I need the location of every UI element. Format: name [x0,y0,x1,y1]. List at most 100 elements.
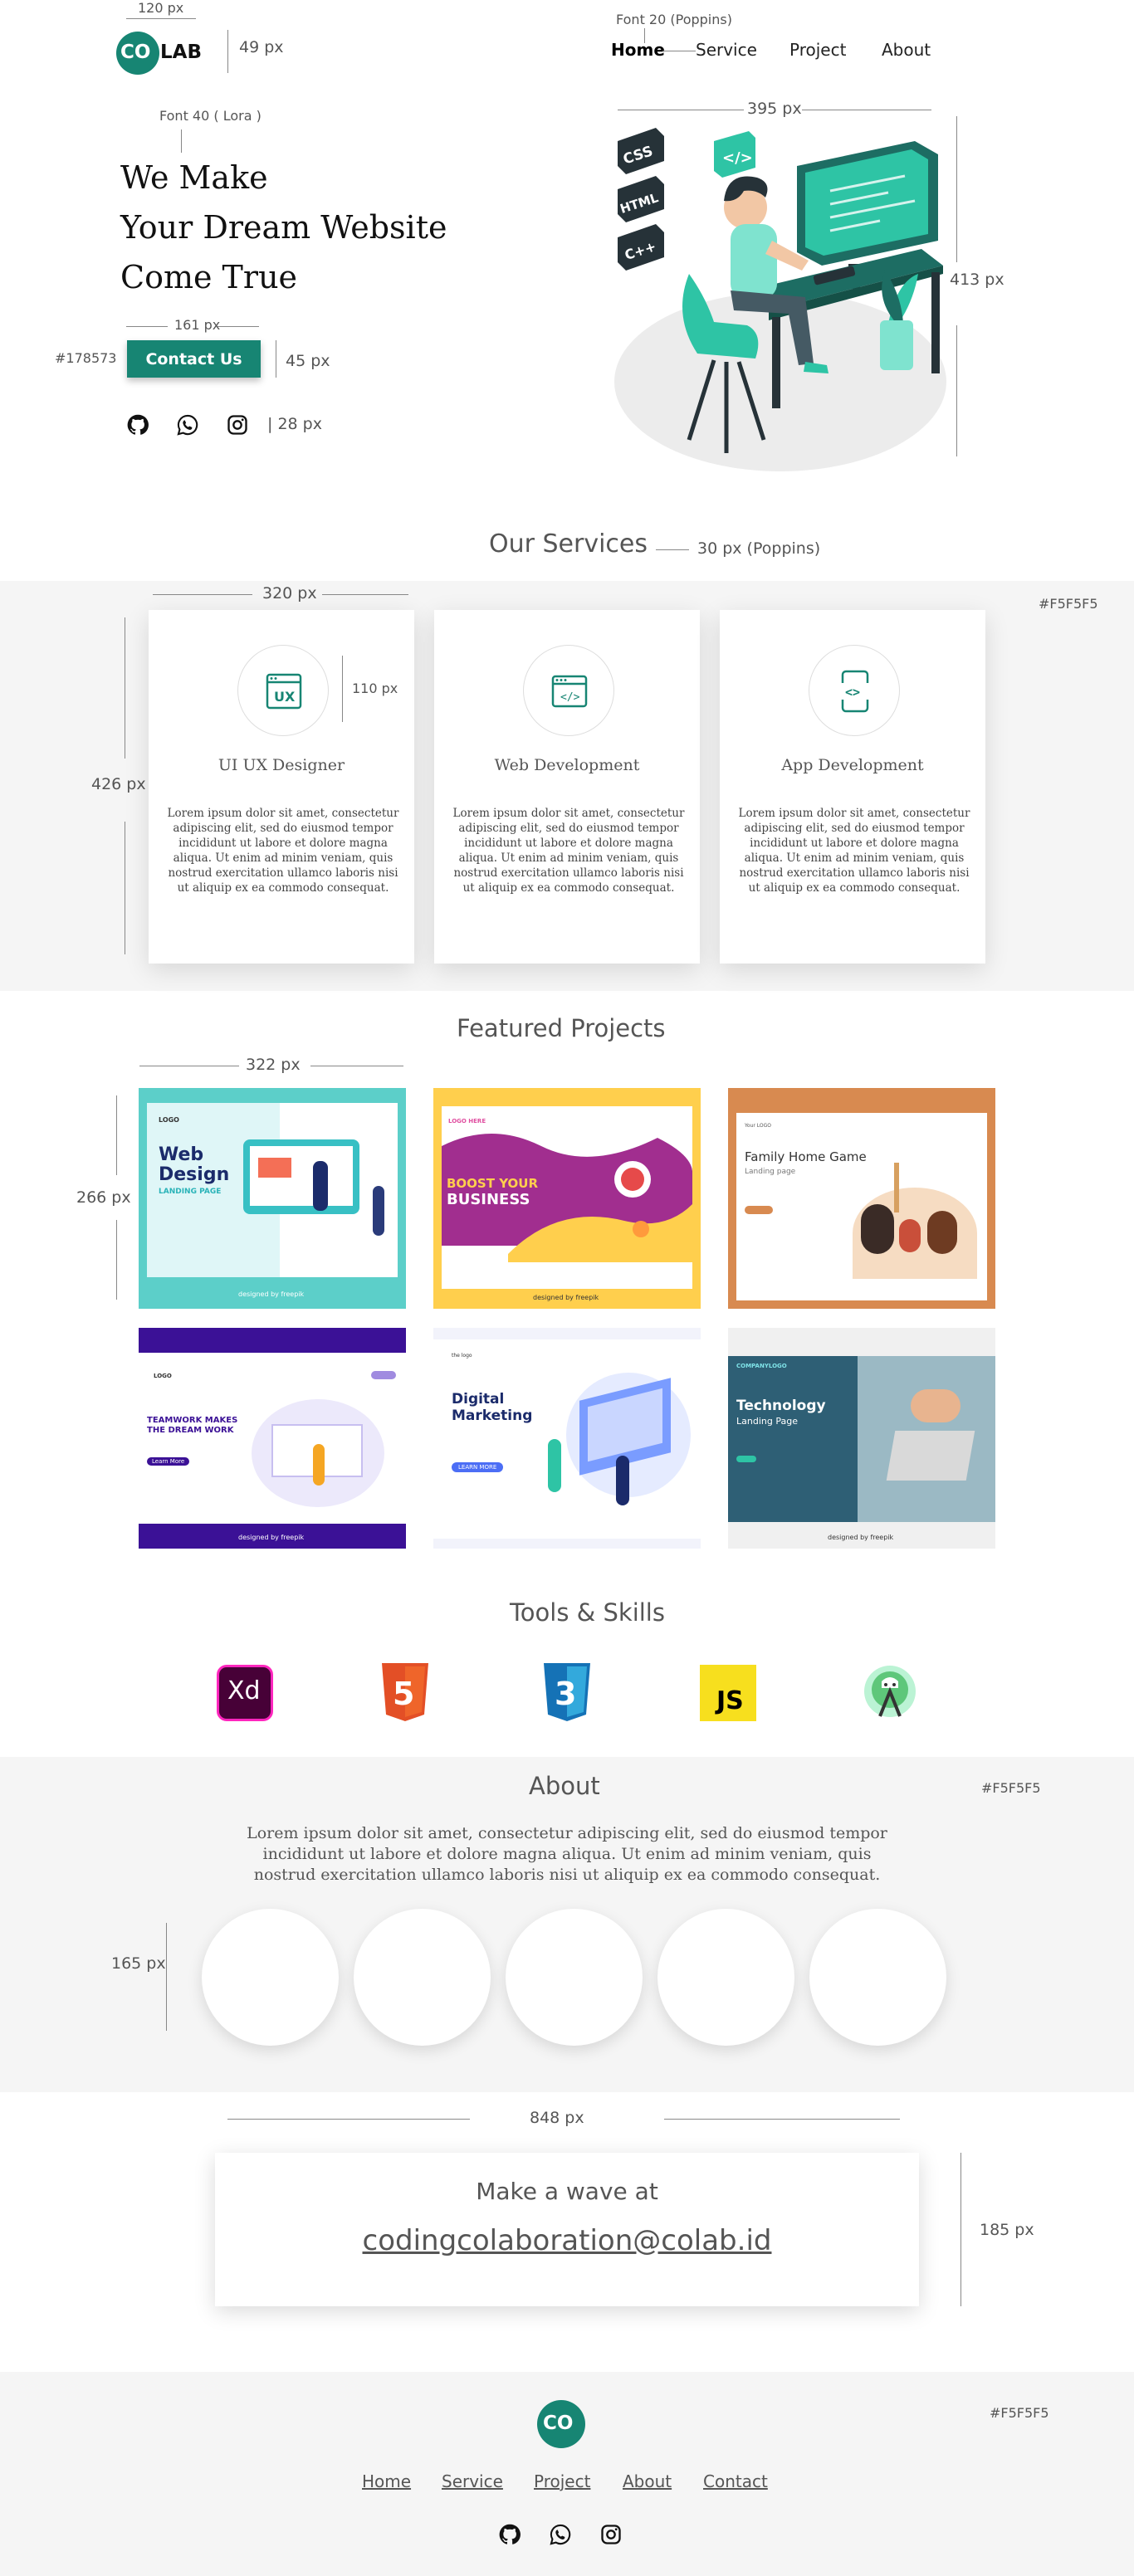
preview-button [736,1456,756,1462]
preview-heading-1: TEAMWORK MAKES [147,1416,238,1425]
svg-text:</>: </> [722,149,753,167]
project-card-web-design[interactable]: LOGO Web Design LANDING PAGE designed by… [139,1088,406,1309]
preview-heading-1: Technology [736,1398,826,1414]
nav-home[interactable]: Home [611,40,665,60]
footer: #F5F5F5 CO Home Service Project About Co… [0,2372,1134,2576]
instagram-icon[interactable] [226,413,249,437]
project-preview: LOGO Web Design LANDING PAGE [147,1103,398,1277]
project-card-boost-business[interactable]: LOGO HERE BOOST YOUR BUSINESS designed b… [433,1088,701,1309]
preview-logo: the logo [452,1353,472,1359]
team-photo [809,1909,946,2046]
whatsapp-icon[interactable] [176,413,199,437]
preview-heading-2: Landing Page [736,1416,798,1427]
service-card-web[interactable]: </> Web Development Lorem ipsum dolor si… [434,610,700,964]
dimension-line [181,129,182,153]
developer-illustration: CSS HTML C++ </> [614,128,946,471]
service-card-app[interactable]: <> App Development Lorem ipsum dolor sit… [720,610,985,964]
card-height-annotation: 426 px [91,775,146,793]
project-preview: Your LOGO Family Home Game Landing page [736,1113,987,1300]
cpp-cube-icon: C++ [618,224,664,271]
footer-nav-about[interactable]: About [623,2471,672,2491]
service-card-uiux[interactable]: UX UI UX Designer Lorem ipsum dolor sit … [149,610,414,964]
footer-logo[interactable]: CO [537,2400,585,2448]
button-color-annotation: #178573 [55,350,117,366]
contact-width-annotation: 848 px [530,2109,584,2127]
preview-person [548,1439,561,1492]
services-section: #F5F5F5 320 px 426 px UX UI UX Designer … [0,581,1134,991]
dimension-line [322,594,408,595]
photo-size-annotation: 165 px [111,1954,166,1973]
service-icon-circle: UX [237,645,329,736]
about-bg-annotation: #F5F5F5 [981,1780,1041,1796]
project-card-digital-marketing[interactable]: the logo Digital Marketing LEARN MORE [433,1328,701,1549]
html-cube-icon: HTML [618,176,664,222]
footer-nav-contact[interactable]: Contact [703,2471,768,2491]
preview-heading-2: Marketing [452,1408,533,1424]
nav-about[interactable]: About [882,40,931,60]
preview-hand [911,1389,960,1422]
projects-title: Featured Projects [457,1014,666,1042]
service-card-title: App Development [781,756,924,774]
preview-button [745,1206,773,1214]
dimension-line [218,326,259,327]
footer-bg-annotation: #F5F5F5 [990,2405,1049,2421]
javascript-label: JS [716,1686,744,1715]
github-icon[interactable] [498,2523,521,2546]
preview-subheading: LANDING PAGE [159,1188,222,1196]
logo-lab-text: LAB [160,41,202,63]
svg-text:UX: UX [274,689,296,705]
svg-text:3: 3 [555,1676,576,1712]
adobe-xd-icon: Xd [217,1665,273,1721]
service-card-description: Lorem ipsum dolor sit amet, consectetur … [452,807,685,895]
whatsapp-icon[interactable] [549,2523,572,2546]
service-icon-circle: </> [523,645,614,736]
preview-person [313,1161,328,1211]
hero-line-3: Come True [120,259,298,295]
project-width-annotation: 322 px [246,1056,301,1074]
services-bg-annotation: #F5F5F5 [1039,596,1098,612]
dimension-line [116,1095,117,1175]
preview-person [313,1444,325,1486]
footer-nav-project[interactable]: Project [534,2471,590,2491]
preview-person [373,1186,384,1236]
instagram-icon[interactable] [599,2523,623,2546]
svg-text:</>: </> [560,691,580,704]
nav-service[interactable]: Service [696,40,757,60]
dimension-line [227,30,228,73]
project-card-technology[interactable]: COMPANYLOGO Technology Landing Page desi… [728,1328,995,1549]
footer-nav-service[interactable]: Service [442,2471,503,2491]
about-title: About [529,1772,600,1800]
hero-line-2: Your Dream Website [120,209,447,246]
preview-logo: COMPANYLOGO [736,1363,787,1369]
ux-icon: UX [266,673,302,710]
footer-nav-home[interactable]: Home [362,2471,411,2491]
tools-title: Tools & Skills [510,1598,665,1627]
javascript-icon: JS [700,1665,756,1721]
project-card-family-game[interactable]: Your LOGO Family Home Game Landing page [728,1088,995,1309]
social-size-annotation: | 28 px [267,415,322,433]
about-description: Lorem ipsum dolor sit amet, consectetur … [247,1824,887,1884]
preview-person [616,1456,629,1505]
web-code-icon: </> [551,675,588,708]
github-icon[interactable] [126,413,149,437]
preview-credit: designed by freepik [238,1290,305,1298]
card-width-annotation: 320 px [262,584,317,603]
footer-social-links [498,2523,631,2548]
contact-email-link[interactable]: codingcolaboration@colab.id [215,2224,919,2257]
project-preview: LOGO HERE BOOST YOUR BUSINESS [433,1088,701,1309]
hero-line-1: We Make [120,159,268,196]
contact-heading: Make a wave at [476,2178,658,2205]
logo[interactable]: CO LAB [116,32,208,75]
service-card-title: UI UX Designer [218,756,345,774]
service-card-title: Web Development [494,756,640,774]
project-card-teamwork[interactable]: LOGO TEAMWORK MAKES THE DREAM WORK Learn… [139,1328,406,1549]
preview-credit: designed by freepik [828,1534,894,1541]
nav-project[interactable]: Project [789,40,846,60]
html5-icon: 5 [379,1663,432,1721]
dimension-line [960,2153,961,2306]
contact-card: Make a wave at codingcolaboration@colab.… [215,2153,919,2306]
contact-us-button[interactable]: Contact Us [127,340,261,378]
preview-block [258,1158,291,1178]
service-icon-circle: <> [809,645,900,736]
button-width-annotation: 161 px [174,317,221,333]
